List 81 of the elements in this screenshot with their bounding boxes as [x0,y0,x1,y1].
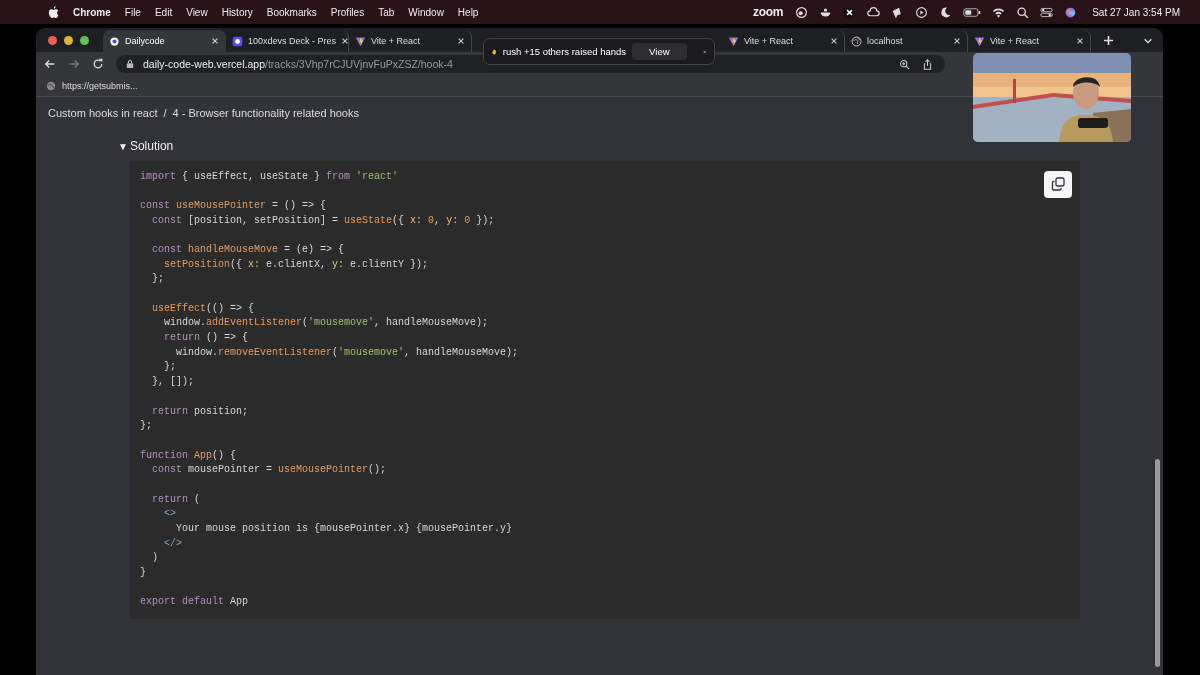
new-tab-icon[interactable] [1103,35,1114,46]
code-line: return () => { [163,331,249,346]
minimize-window-icon[interactable] [64,35,73,45]
code-line: const useMousePointer = () => { [140,198,327,213]
breadcrumb-link[interactable]: Custom hooks in react [48,107,158,119]
control-center-icon[interactable] [1040,5,1054,19]
status-circle-icon[interactable] [795,5,809,19]
breadcrumb-separator: / [163,107,167,119]
breadcrumb-link[interactable]: 4 - Browser functionality related hooks [172,107,359,119]
code-line: }; [163,360,176,375]
battery-icon[interactable] [963,5,982,19]
code-line: const mousePointer = useMousePointer(); [151,463,387,478]
menu-item[interactable]: Profiles [330,6,365,18]
code-line: const [position, setPosition] = useState({ x: 0, y: 0 }); [151,213,495,228]
close-icon[interactable] [457,37,465,45]
siri-icon[interactable] [1064,5,1078,19]
code-line: return ( [151,492,201,507]
code-line: }, []); [151,375,194,390]
bowl-icon[interactable] [819,5,833,19]
view-button[interactable]: View [632,43,687,60]
close-icon[interactable] [1076,37,1084,45]
menu-bar-clock: Sat 27 Jan 3:54 PM [1092,6,1180,18]
chevron-down-icon[interactable] [1143,36,1153,46]
search-icon[interactable] [1016,5,1030,19]
code-line: setPosition({ x: e.clientX, y: e.clientY }); [163,257,429,272]
code-line: window.addEventListener('mousemove', handleMouseMove); [163,316,489,331]
menu-item[interactable]: File [124,6,141,18]
close-window-icon[interactable] [48,35,57,45]
forward-arrow-icon[interactable] [68,58,80,70]
code-line: useEffect(() => { [151,301,255,316]
menu-item[interactable]: Bookmarks [266,6,317,18]
cross-icon[interactable] [843,5,857,19]
moon-icon[interactable] [939,5,953,19]
scrollbar-thumb[interactable] [1155,459,1160,667]
vite-icon [974,35,985,47]
copy-button[interactable] [1044,170,1072,198]
app-icon [232,35,243,47]
close-icon[interactable] [953,37,961,45]
browser-tab[interactable]: Dailycode [103,30,226,52]
menu-item[interactable]: Window [408,6,444,18]
zoom-menu-item[interactable]: zoom [753,5,784,19]
code-line: export default App [140,595,249,610]
maximize-window-icon[interactable] [80,35,89,45]
menu-app-name[interactable]: Chrome [73,6,111,18]
vite-icon [728,35,739,47]
code-line: window.removeEventListener('mousemove', handleMouseMove); [175,345,519,360]
close-icon[interactable] [341,37,350,45]
back-arrow-icon[interactable] [44,58,56,70]
code-line: }; [140,419,152,434]
solution-toggle[interactable]: ▼ Solution [118,139,174,153]
bookmark-item[interactable]: https://getsubmis... [46,81,138,91]
code-line: return position; [151,404,249,419]
menu-item[interactable]: Tab [378,6,395,18]
code-line: Your mouse position is {mousePointer.x} {mousePointer.y} [175,522,513,536]
menu-item[interactable]: Help [457,6,479,18]
lock-icon [126,59,134,69]
code-line: import { useEffect, useState } from 'react' [140,169,399,184]
play-icon[interactable] [915,5,929,19]
notification-text: rush +15 others raised hands [502,46,627,57]
globe-icon [851,35,862,47]
code-line: } [140,566,146,581]
reload-icon[interactable] [92,58,104,70]
menu-item[interactable]: Edit [154,6,173,18]
vite-icon [355,35,366,47]
share-icon[interactable] [922,58,933,70]
menu-item[interactable]: View [186,6,208,18]
apple-icon[interactable] [48,5,59,19]
code-line: </> [163,536,182,551]
code-line: const handleMouseMove = (e) => { [151,242,345,257]
close-icon[interactable] [211,37,219,45]
menu-item[interactable]: History [221,6,253,18]
cloud-icon[interactable] [867,5,881,19]
close-icon[interactable] [830,37,838,45]
code-line: }; [151,272,164,287]
code-line: <> [163,507,176,522]
code-line: function App() { [140,448,237,463]
code-line: ) [151,551,158,566]
ring-icon [109,35,120,47]
globe-icon [46,81,56,91]
zoom-in-icon[interactable] [899,58,910,70]
copy-icon [1051,177,1065,191]
